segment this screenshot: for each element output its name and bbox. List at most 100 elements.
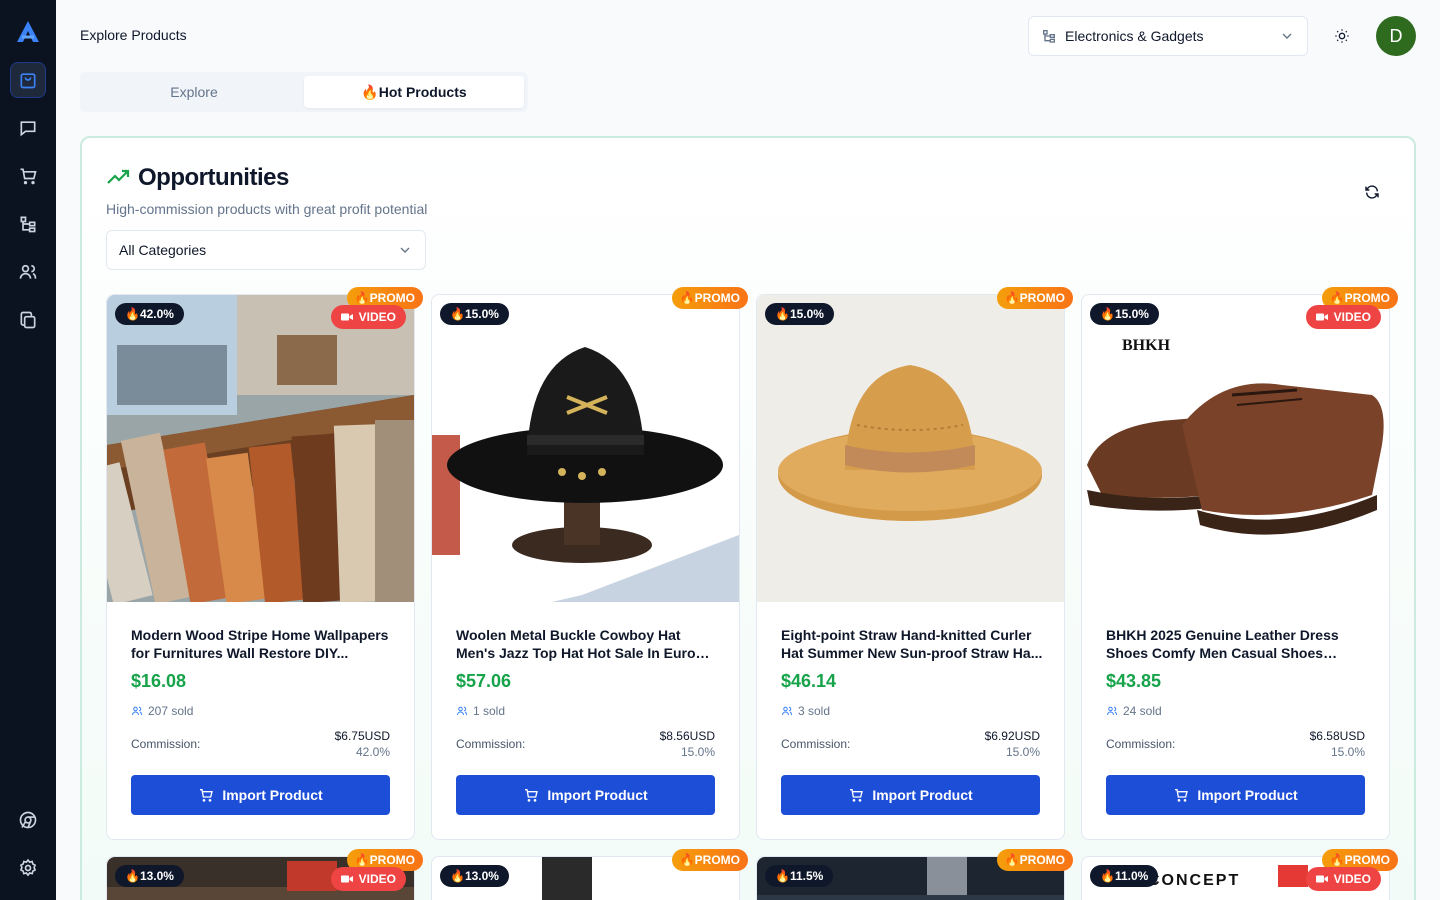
trending-up-icon — [107, 169, 130, 184]
cart-icon — [200, 789, 214, 802]
commission-badge: 🔥15.0% — [440, 303, 509, 325]
commission-value: $6.58USD 15.0% — [1310, 728, 1365, 760]
opportunities-panel: Opportunities High-commission products w… — [80, 136, 1416, 900]
import-product-label: Import Product — [872, 787, 973, 803]
commission-amount: $6.58USD — [1309, 729, 1365, 743]
video-badge-label: VIDEO — [1333, 310, 1371, 324]
chat-icon — [20, 121, 36, 137]
product-title[interactable]: Eight-point Straw Hand-knitted Curler Ha… — [781, 626, 1043, 662]
import-product-button[interactable]: Import Product — [131, 775, 390, 815]
users-icon — [782, 706, 792, 716]
commission-amount: $6.75USD — [334, 729, 390, 743]
nav-hierarchy[interactable] — [10, 206, 46, 242]
brand-text: CONCEPT — [1148, 872, 1240, 889]
sold-count-text: 1 sold — [473, 704, 506, 718]
commission-label: Commission: — [456, 737, 526, 751]
nav-settings[interactable] — [10, 850, 46, 886]
sidebar — [0, 0, 56, 900]
refresh-icon — [1365, 185, 1379, 199]
category-select[interactable]: Electronics & Gadgets — [1028, 16, 1308, 56]
commission-percent: 15.0% — [680, 745, 715, 759]
sold-count: 3 sold — [781, 704, 830, 718]
category-filter-value: All Categories — [119, 242, 207, 258]
commission-value: $6.92USD 15.0% — [985, 728, 1040, 760]
commission-badge: 🔥15.0% — [765, 303, 834, 325]
commission-value: $6.75USD 42.0% — [335, 728, 390, 760]
view-tabs: Explore 🔥Hot Products — [80, 72, 528, 112]
promo-badge: 🔥PROMO — [671, 849, 748, 871]
product-image[interactable]: BHKH — [1082, 295, 1389, 602]
commission-percent: 15.0% — [1330, 745, 1365, 759]
product-title[interactable]: Modern Wood Stripe Home Wallpapers for F… — [131, 626, 393, 662]
copy-icon — [20, 311, 36, 329]
hierarchy-icon — [20, 216, 36, 233]
cart-icon — [1175, 789, 1189, 802]
product-card[interactable]: 🔥15.0% 🔥PROMO Woolen Metal Buckle Cowboy… — [431, 287, 748, 840]
commission-amount: $8.56USD — [659, 729, 715, 743]
video-badge-label: VIDEO — [358, 872, 396, 886]
video-badge[interactable]: VIDEO — [1305, 867, 1381, 891]
product-card[interactable]: 🔥13.0% 🔥PROMO — [431, 849, 748, 900]
product-price: $46.14 — [781, 671, 837, 691]
product-card[interactable]: 🔥42.0% 🔥PROMO VIDEO Modern Wood Stripe H… — [106, 287, 423, 840]
page-title: Explore Products — [80, 27, 187, 43]
product-title[interactable]: BHKH 2025 Genuine Leather Dress Shoes Co… — [1106, 626, 1368, 662]
product-price: $43.85 — [1106, 671, 1162, 691]
import-product-button[interactable]: Import Product — [781, 775, 1040, 815]
chevron-down-icon — [1282, 33, 1292, 39]
video-badge[interactable]: VIDEO — [330, 867, 406, 891]
nav-copy[interactable] — [10, 302, 46, 338]
nav-products[interactable] — [10, 62, 46, 98]
sun-icon — [1335, 29, 1349, 43]
video-badge-label: VIDEO — [1333, 872, 1371, 886]
video-camera-icon — [340, 875, 353, 883]
video-camera-icon — [340, 313, 353, 321]
promo-badge: 🔥PROMO — [996, 849, 1073, 871]
product-image[interactable] — [107, 295, 414, 602]
import-product-label: Import Product — [547, 787, 648, 803]
product-card[interactable]: 🔥15.0% 🔥PROMO Eight-point Straw Hand-kni… — [756, 287, 1073, 840]
product-card[interactable]: CONCEPT 🔥11.0% 🔥PROMO VIDEO — [1081, 849, 1398, 900]
commission-badge: 🔥11.0% — [1090, 865, 1159, 887]
avatar[interactable]: D — [1376, 16, 1416, 56]
nav-browser[interactable] — [10, 802, 46, 838]
product-title[interactable]: Woolen Metal Buckle Cowboy Hat Men's Jaz… — [456, 626, 718, 662]
sold-count: 207 sold — [131, 704, 193, 718]
panel-subtitle: High-commission products with great prof… — [106, 201, 428, 217]
video-badge[interactable]: VIDEO — [1305, 305, 1381, 329]
commission-value: $8.56USD 15.0% — [660, 728, 715, 760]
nav-cart[interactable] — [10, 158, 46, 194]
theme-toggle[interactable] — [1330, 24, 1354, 48]
commission-badge: 🔥11.5% — [765, 865, 834, 887]
video-badge[interactable]: VIDEO — [330, 305, 406, 329]
product-price: $57.06 — [456, 671, 512, 691]
import-product-button[interactable]: Import Product — [1106, 775, 1365, 815]
hierarchy-icon — [1043, 30, 1055, 43]
commission-badge: 🔥15.0% — [1090, 303, 1159, 325]
category-filter-select[interactable]: All Categories — [106, 230, 426, 270]
cart-icon — [525, 789, 539, 802]
commission-label: Commission: — [1106, 737, 1176, 751]
product-price: $16.08 — [131, 671, 187, 691]
nav-users[interactable] — [10, 254, 46, 290]
product-image[interactable] — [757, 295, 1064, 602]
nav-messages[interactable] — [10, 110, 46, 146]
promo-badge: 🔥PROMO — [996, 287, 1073, 309]
users-icon — [457, 706, 467, 716]
import-product-button[interactable]: Import Product — [456, 775, 715, 815]
refresh-button[interactable] — [1360, 180, 1384, 204]
panel-title: Opportunities — [138, 164, 289, 191]
cart-icon — [20, 168, 37, 185]
commission-label: Commission: — [131, 737, 201, 751]
product-card[interactable]: 🔥11.5% 🔥PROMO — [756, 849, 1073, 900]
video-badge-label: VIDEO — [358, 310, 396, 324]
app-logo[interactable] — [14, 18, 42, 46]
product-card[interactable]: 🔥13.0% 🔥PROMO VIDEO — [106, 849, 423, 900]
product-image[interactable] — [432, 295, 739, 602]
tab-hot-products[interactable]: 🔥Hot Products — [304, 76, 524, 108]
import-product-label: Import Product — [222, 787, 323, 803]
video-camera-icon — [1315, 313, 1328, 321]
product-card[interactable]: BHKH 🔥15.0% 🔥PROMO VIDEO BHKH 2025 Genui… — [1081, 287, 1398, 840]
tab-explore[interactable]: Explore — [84, 76, 304, 108]
users-icon — [1107, 706, 1117, 716]
